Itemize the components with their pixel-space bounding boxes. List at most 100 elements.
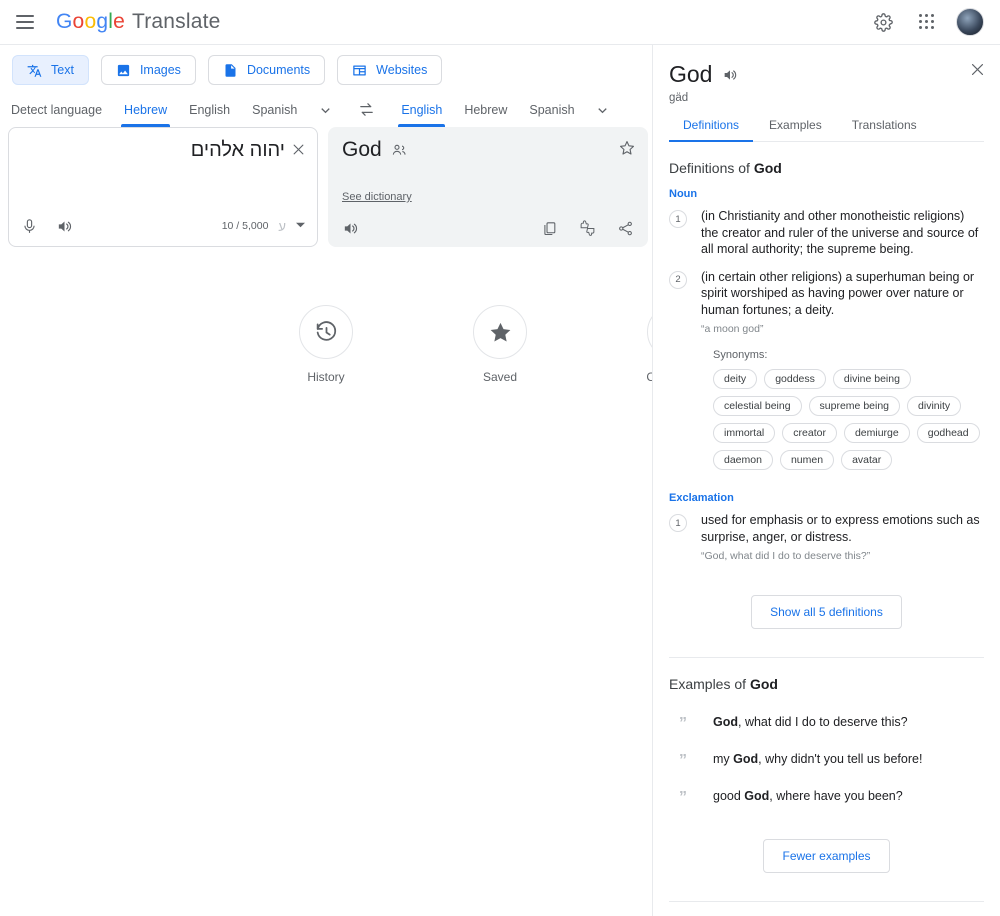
star-outline-icon[interactable] [618, 139, 636, 162]
definitions-title: Definitions of God [669, 160, 984, 176]
logo-letter: G [56, 10, 73, 33]
tab-examples[interactable]: Examples [755, 118, 836, 141]
dictionary-tabs: Definitions Examples Translations [669, 118, 984, 142]
target-panel-footer [328, 209, 648, 247]
thumbs-up-down-icon[interactable] [578, 219, 597, 237]
tab-text[interactable]: Text [12, 55, 89, 85]
synonyms-label: Synonyms: [713, 349, 768, 361]
hamburger-icon[interactable] [16, 10, 40, 34]
document-icon [223, 63, 238, 78]
definition-example: “a moon god” [701, 323, 764, 335]
example-text: God, what did I do to deserve this? [713, 714, 908, 732]
virtual-keyboard-button[interactable]: ע [278, 219, 286, 234]
close-icon[interactable] [969, 61, 986, 83]
source-panel-footer: 10 / 5,000 ע [9, 206, 317, 246]
target-lang-english[interactable]: English [390, 94, 453, 127]
copy-icon[interactable] [541, 220, 558, 237]
quick-action-history[interactable]: History [271, 305, 381, 384]
source-language-group: Detect language Hebrew English Spanish [0, 93, 342, 127]
synonym-chip[interactable]: godhead [916, 423, 980, 443]
examples-section: Examples of God ” God, what did I do to … [653, 658, 1000, 873]
logo-letter: e [113, 10, 125, 33]
dictionary-panel: God gäd Definitions Examples Translation… [652, 45, 1000, 916]
speaker-icon[interactable] [56, 218, 73, 235]
logo-letter: o [84, 10, 97, 33]
chevron-down-icon[interactable] [586, 94, 620, 127]
phonetic-spelling: gäd [669, 92, 689, 104]
example-bold: God [744, 789, 770, 803]
tab-label: Text [51, 63, 74, 77]
source-lang-english[interactable]: English [178, 94, 241, 127]
quick-action-saved[interactable]: Saved [445, 305, 555, 384]
tab-images[interactable]: Images [100, 55, 196, 85]
show-all-definitions-button[interactable]: Show all 5 definitions [751, 595, 902, 629]
source-lang-detect[interactable]: Detect language [0, 94, 113, 127]
google-translate-logo[interactable]: Google Translate [56, 10, 221, 34]
definitions-title-prefix: Definitions of [669, 160, 754, 176]
source-lang-hebrew[interactable]: Hebrew [113, 94, 178, 127]
source-textarea[interactable]: יהוה אלהים [21, 137, 285, 163]
apps-grid-icon[interactable] [912, 7, 942, 37]
fewer-examples-button[interactable]: Fewer examples [763, 839, 890, 873]
tab-documents[interactable]: Documents [207, 55, 326, 85]
fewer-examples-wrap: Fewer examples [669, 825, 984, 873]
translate-app: Google Translate Text Images Documents W… [0, 0, 1000, 916]
definition-example: “God, what did I do to deserve this?” [701, 550, 871, 562]
account-avatar[interactable] [956, 8, 984, 36]
synonym-chip[interactable]: avatar [841, 450, 893, 470]
source-lang-spanish[interactable]: Spanish [241, 94, 308, 127]
see-dictionary-link[interactable]: See dictionary [342, 191, 412, 203]
synonym-chip[interactable]: divinity [907, 396, 962, 416]
synonym-chip[interactable]: daemon [713, 450, 773, 470]
close-icon[interactable] [287, 138, 309, 160]
definition-item: 1 used for emphasis or to express emotio… [669, 512, 984, 562]
definition-text: used for emphasis or to express emotions… [701, 513, 980, 544]
synonym-chip[interactable]: deity [713, 369, 758, 389]
chevron-down-icon[interactable] [308, 94, 342, 127]
synonym-chip[interactable]: divine being [832, 369, 911, 389]
microphone-icon[interactable] [21, 218, 38, 235]
synonym-chip[interactable]: immortal [713, 423, 776, 443]
swap-languages-icon[interactable] [348, 93, 384, 126]
speaker-icon[interactable] [722, 67, 738, 83]
dictionary-body: Definitions of God Noun 1 (in Christiani… [653, 142, 1000, 916]
synonym-chip[interactable]: supreme being [808, 396, 901, 416]
synonym-chip[interactable]: goddess [764, 369, 826, 389]
gear-icon[interactable] [868, 7, 898, 37]
example-pre: my [713, 752, 734, 766]
definition-number: 2 [669, 270, 687, 289]
logo-letter: o [72, 10, 85, 33]
synonym-chip[interactable]: demiurge [843, 423, 910, 443]
definitions-section: Definitions of God Noun 1 (in Christiani… [653, 142, 1000, 629]
tab-websites[interactable]: Websites [337, 55, 443, 85]
caret-down-icon[interactable] [296, 220, 305, 232]
star-filled-icon [473, 305, 527, 359]
people-icon[interactable] [391, 142, 407, 158]
target-lang-hebrew[interactable]: Hebrew [453, 94, 518, 127]
history-icon [299, 305, 353, 359]
synonym-chip[interactable]: celestial being [713, 396, 802, 416]
translated-text: God [342, 136, 604, 164]
target-lang-spanish[interactable]: Spanish [518, 94, 585, 127]
tab-definitions[interactable]: Definitions [669, 118, 754, 142]
tab-translations[interactable]: Translations [838, 118, 931, 141]
quote-icon: ” [679, 789, 687, 806]
source-text-panel[interactable]: יהוה אלהים 10 / 5,000 ע [8, 127, 318, 247]
definition-item: 1 (in Christianity and other monotheisti… [669, 208, 984, 258]
examples-title: Examples of God [669, 676, 984, 692]
synonyms-chip-list: deity goddess divine being celestial bei… [713, 369, 984, 470]
speaker-icon[interactable] [342, 220, 359, 237]
quote-icon: ” [679, 715, 687, 732]
synonym-chip[interactable]: creator [782, 423, 837, 443]
tab-label: Images [139, 63, 181, 77]
share-icon[interactable] [617, 220, 634, 237]
quote-icon: ” [679, 752, 687, 769]
examples-title-prefix: Examples of [669, 676, 750, 692]
tab-label: Documents [246, 63, 311, 77]
part-of-speech-exclamation: Exclamation [669, 492, 734, 504]
synonym-chip[interactable]: numen [779, 450, 835, 470]
translated-text-value: God [342, 138, 382, 161]
dictionary-word: God [669, 61, 984, 88]
example-item: ” God, what did I do to deserve this? [669, 714, 984, 732]
product-name: Translate [131, 10, 221, 33]
